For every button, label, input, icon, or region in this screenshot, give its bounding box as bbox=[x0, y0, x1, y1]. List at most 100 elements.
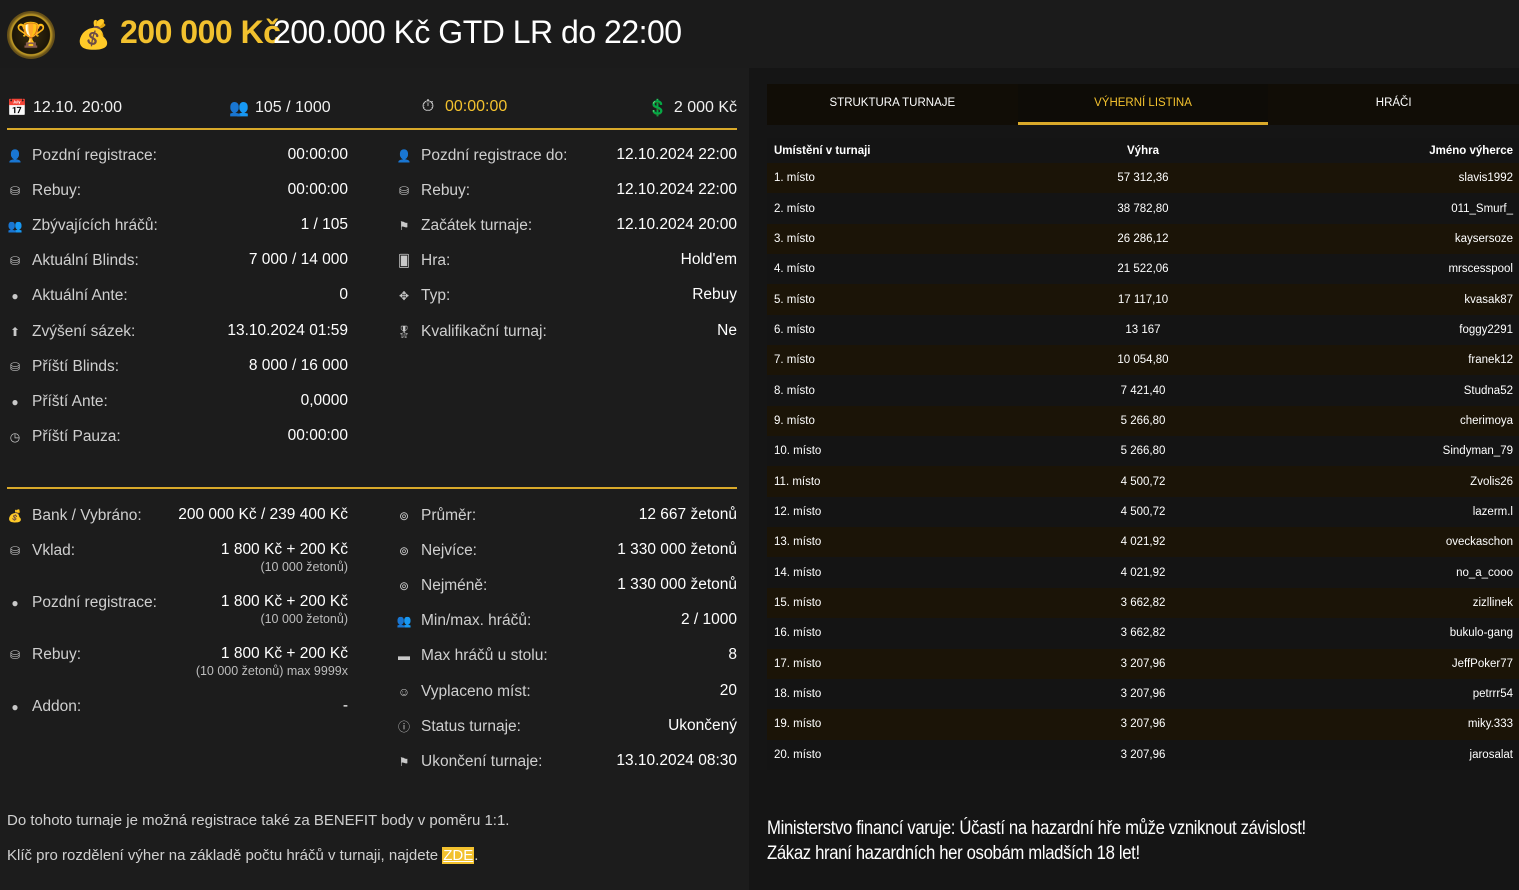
table-icon: ▬ bbox=[398, 649, 410, 664]
cell-winner: mrscesspool bbox=[1448, 263, 1513, 276]
header-winner: Jméno výherce bbox=[1429, 144, 1513, 157]
info-row: ● Pozdní registrace: bbox=[7, 592, 157, 614]
cell-position: 6. místo bbox=[774, 323, 815, 336]
cell-winner: Studna52 bbox=[1463, 384, 1513, 397]
tab-structure[interactable]: STRUKTURA TURNAJE bbox=[767, 84, 1018, 125]
info-label: Aktuální Ante: bbox=[32, 287, 128, 305]
coin-icon: ● bbox=[11, 596, 19, 610]
info-row: 👥 Zbývajících hráčů: bbox=[7, 215, 158, 237]
cell-position: 19. místo bbox=[774, 718, 822, 731]
cell-prize: 7 421,40 bbox=[1120, 384, 1166, 397]
cell-winner: cherimoya bbox=[1459, 414, 1513, 427]
info-label: Příští Ante: bbox=[32, 392, 108, 410]
coin-icon: ● bbox=[11, 700, 19, 714]
info-value: 1 330 000 žetonů bbox=[617, 541, 737, 559]
flag-icon: ⚑ bbox=[398, 219, 410, 234]
payout-key-link[interactable]: ZDE bbox=[442, 847, 475, 864]
table-row: 16. místo 3 662,82 bukulo-gang bbox=[767, 618, 1519, 649]
info-row: ⛁ Rebuy: bbox=[7, 180, 81, 202]
cell-winner: foggy2291 bbox=[1459, 323, 1513, 336]
cell-position: 12. místo bbox=[774, 505, 822, 518]
info-label: Ukončení turnaje: bbox=[421, 752, 543, 770]
info-row: ☺ Vyplaceno míst: bbox=[396, 681, 531, 703]
start-date: 📅 12.10. 20:00 bbox=[7, 98, 122, 118]
cell-prize: 5 266,80 bbox=[1120, 445, 1166, 458]
info-value: Rebuy bbox=[692, 286, 737, 304]
info-value: 12 667 žetonů bbox=[638, 506, 737, 523]
coin-icon: ● bbox=[11, 289, 19, 304]
header-prize: Výhra bbox=[1127, 144, 1159, 157]
info-row: ◷ Příští Pauza: bbox=[7, 426, 121, 448]
cell-position: 4. místo bbox=[774, 263, 815, 276]
tab-bar: STRUKTURA TURNAJE VÝHERNÍ LISTINA HRÁČI bbox=[767, 84, 1519, 125]
cell-position: 18. místo bbox=[774, 688, 822, 701]
info-row: 🎖 Kvalifikační turnaj: bbox=[396, 321, 546, 343]
cell-prize: 10 054,80 bbox=[1117, 354, 1169, 367]
tournament-info-panel: 📅 12.10. 20:00 👥 105 / 1000 ⏱ 00:00:00 💲… bbox=[0, 68, 749, 890]
page-header: 🏆 💰 200 000 Kč 200.000 Kč GTD LR do 22:0… bbox=[0, 0, 1519, 68]
info-label: Typ: bbox=[421, 287, 451, 305]
payout-key-end: . bbox=[474, 847, 479, 864]
info-label: Max hráčů u stolu: bbox=[421, 647, 548, 665]
info-value: 12.10.2024 22:00 bbox=[616, 181, 737, 199]
info-value: 1 800 Kč + 200 Kč bbox=[220, 645, 348, 662]
info-row: ⛁ Příští Blinds: bbox=[7, 356, 119, 378]
cell-prize: 3 207,96 bbox=[1120, 688, 1166, 701]
warning-line-2: Zákaz hraní hazardních her osobám mladší… bbox=[767, 843, 1140, 864]
user-icon: 👤 bbox=[7, 149, 23, 163]
info-label: Min/max. hráčů: bbox=[421, 612, 532, 630]
cell-position: 9. místo bbox=[774, 414, 815, 427]
cell-prize: 38 782,80 bbox=[1117, 202, 1169, 215]
table-row: 17. místo 3 207,96 JeffPoker77 bbox=[767, 648, 1519, 679]
info-label: Rebuy: bbox=[421, 182, 471, 200]
info-label: Hra: bbox=[421, 252, 451, 270]
info-label: Status turnaje: bbox=[421, 717, 521, 735]
cell-winner: bukulo-gang bbox=[1449, 627, 1513, 640]
money-icon: 💲 bbox=[647, 100, 668, 117]
cell-position: 1. místo bbox=[774, 172, 815, 185]
tab-payout-list[interactable]: VÝHERNÍ LISTINA bbox=[1017, 84, 1269, 125]
info-subvalue: (10 000 žetonů) bbox=[260, 560, 348, 574]
table-row: 8. místo 7 421,40 Studna52 bbox=[767, 375, 1519, 406]
info-label: Začátek turnaje: bbox=[421, 217, 533, 235]
cell-prize: 4 500,72 bbox=[1120, 475, 1166, 488]
cell-position: 11. místo bbox=[774, 475, 821, 488]
cell-prize: 4 500,72 bbox=[1120, 505, 1166, 518]
cell-position: 7. místo bbox=[774, 354, 815, 367]
cell-winner: Zvolis26 bbox=[1470, 475, 1513, 488]
info-row: ⓘ Status turnaje: bbox=[396, 716, 521, 738]
cell-position: 17. místo bbox=[774, 657, 822, 670]
timer-value: 00:00:00 bbox=[445, 98, 508, 115]
users-icon: 👥 bbox=[396, 614, 412, 629]
clock-icon: ◷ bbox=[9, 429, 21, 444]
table-row: 13. místo 4 021,92 oveckaschon bbox=[767, 527, 1519, 558]
cell-winner: jarosalat bbox=[1469, 748, 1513, 761]
stopwatch-icon: ⏱ bbox=[421, 98, 435, 115]
info-row: ⚑ Začátek turnaje: bbox=[396, 215, 533, 237]
chips-icon: ⛁ bbox=[398, 184, 410, 199]
info-value: 12.10.2024 20:00 bbox=[616, 216, 737, 234]
info-label: Nejvíce: bbox=[421, 542, 477, 560]
info-label: Vyplaceno míst: bbox=[421, 682, 531, 700]
info-value: Hold'em bbox=[680, 251, 737, 269]
chips-icon: ⛁ bbox=[9, 184, 21, 199]
info-value: 7 000 / 14 000 bbox=[248, 251, 348, 269]
cell-position: 10. místo bbox=[774, 445, 822, 458]
info-row: 👥 Min/max. hráčů: bbox=[396, 610, 532, 632]
info-value: - bbox=[342, 697, 348, 714]
table-row: 4. místo 21 522,06 mrscesspool bbox=[767, 254, 1519, 285]
info-value: 1 / 105 bbox=[300, 216, 348, 234]
prize-amount: 200 000 Kč bbox=[120, 14, 281, 50]
cell-position: 2. místo bbox=[774, 202, 815, 215]
table-header: Umístění v turnaji Výhra Jméno výherce bbox=[767, 138, 1519, 163]
grid-icon: ✥ bbox=[398, 289, 410, 304]
chip-icon: ⊚ bbox=[398, 544, 410, 559]
tab-players[interactable]: HRÁČI bbox=[1268, 84, 1519, 125]
table-body: 1. místo 57 312,36 slavis1992 2. místo 38 78… bbox=[767, 163, 1519, 770]
info-row: ⚑ Ukončení turnaje: bbox=[396, 751, 543, 773]
info-row: 👤 Pozdní registrace do: bbox=[396, 145, 568, 167]
table-row: 19. místo 3 207,96 miky.333 bbox=[767, 709, 1519, 740]
info-label: Nejméně: bbox=[421, 577, 488, 595]
table-row: 15. místo 3 662,82 zizllinek bbox=[767, 587, 1519, 619]
info-value: 0 bbox=[339, 286, 348, 304]
